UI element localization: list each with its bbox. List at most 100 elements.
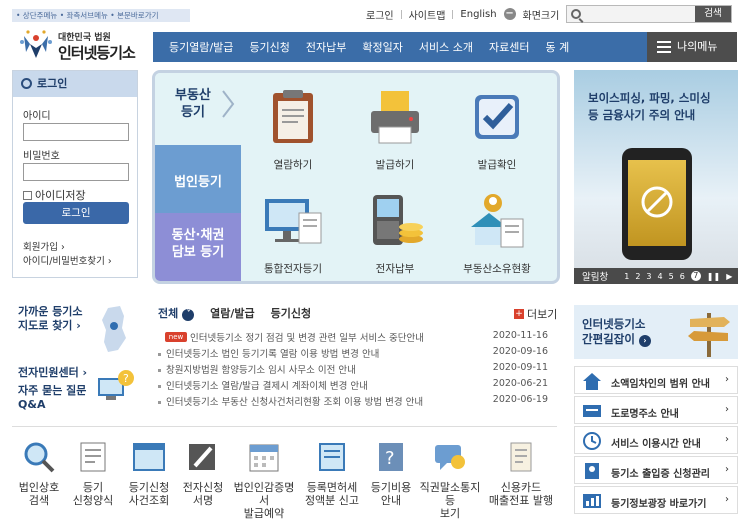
notice-tab-apply[interactable]: 등기신청	[271, 305, 311, 321]
login-button[interactable]: 로그인	[23, 202, 129, 224]
fraud-warning-banner[interactable]: 보이스피싱, 파밍, 스미싱 등 금융사기 주의 안내 알림창 1 2 3 4 …	[574, 70, 738, 284]
faq-line-1[interactable]: 자주 묻는 질문	[18, 384, 87, 398]
top-utility-links: 로그인 사이트맵 English − 화면크기 +	[366, 6, 579, 22]
search-input[interactable]	[585, 7, 695, 21]
quick-registration-tax[interactable]: 등록면허세 정액분 신고	[302, 440, 362, 508]
notice-title[interactable]: 인터넷등기소 열람/발급 결제시 계좌이체 변경 안내	[166, 378, 486, 392]
divider	[452, 9, 454, 19]
pager-page-1[interactable]: 1	[624, 272, 629, 281]
nav-item-statistics[interactable]: 동 계	[537, 39, 577, 55]
join-link[interactable]: 회원가입 ›	[23, 241, 112, 255]
quick-card-receipt[interactable]: 신용카드 매출전표 발행	[488, 440, 554, 508]
notice-row[interactable]: 인터넷등기소 부동산 신청사건처리현황 조회 이용 방법 변경 안내 2020-…	[158, 394, 548, 410]
quick-seal-certificate[interactable]: 법인인감증명서 발급예약	[232, 440, 296, 521]
form-document-icon	[80, 442, 106, 472]
right-link-label: 도로명주소 안내	[611, 409, 679, 420]
chevron-right-icon: ›	[725, 404, 729, 415]
nav-item-view-issue[interactable]: 등기열람/발급	[161, 39, 241, 55]
notice-tabs: 전체 ˅ 열람/발급 등기신청	[158, 305, 311, 321]
nav-item-e-payment[interactable]: 전자납부	[298, 39, 354, 55]
easy-guide-text: 인터넷등기소 간편길잡이 ›	[582, 317, 651, 347]
tab-movable-assets[interactable]: 동산·채권 담보 등기	[155, 213, 241, 281]
chevron-right-icon: ›	[725, 434, 729, 445]
save-id-checkbox[interactable]: 아이디저장	[23, 187, 86, 203]
quick-e-signature[interactable]: 전자신청 서명	[176, 440, 230, 508]
service-integrated-e-registry[interactable]: 통합전자등기	[243, 191, 343, 276]
tab-corporate[interactable]: 법인등기	[155, 145, 241, 213]
receipt-icon	[510, 442, 532, 472]
quick-label: 법인상호 검색	[12, 482, 66, 508]
service-verify[interactable]: 발급확인	[447, 87, 547, 172]
right-link-road-address[interactable]: 도로명주소 안내 ›	[574, 396, 738, 424]
pager-page-5[interactable]: 5	[669, 272, 674, 281]
notice-row[interactable]: 인터넷등기소 법인 등기기록 열람 이용 방법 변경 안내 2020-09-16	[158, 346, 548, 362]
zoom-out-icon[interactable]: −	[503, 8, 516, 20]
service-property-ownership[interactable]: 부동산소유현황	[447, 191, 547, 276]
quick-case-inquiry[interactable]: 등기신청 사건조회	[122, 440, 176, 508]
password-input[interactable]	[23, 163, 129, 181]
service-issue[interactable]: 발급하기	[345, 87, 445, 172]
bullet	[158, 385, 161, 388]
sitemap-link[interactable]: 사이트맵	[409, 7, 446, 22]
right-link-service-hours[interactable]: 서비스 이용시간 안내 ›	[574, 426, 738, 454]
service-view[interactable]: 열람하기	[243, 87, 343, 172]
my-menu-button[interactable]: 나의메뉴	[647, 32, 737, 62]
quick-label: 법인인감증명서 발급예약	[232, 482, 296, 521]
more-link[interactable]: + 더보기	[514, 306, 557, 322]
e-civil-center-link[interactable]: 전자민원센터 › 자주 묻는 질문 Q&A	[18, 366, 87, 412]
login-header: 로그인	[13, 71, 137, 97]
nav-item-apply[interactable]: 등기신청	[241, 39, 297, 55]
right-link-small-tenant[interactable]: 소액임차인의 범위 안내 ›	[574, 366, 738, 394]
e-civil-center-label: 전자민원센터 ›	[18, 366, 88, 379]
checkbox-icon[interactable]	[23, 190, 32, 200]
notice-row[interactable]: new 인터넷등기소 정기 점검 및 변경 관련 일부 서비스 중단안내 202…	[158, 330, 548, 346]
notice-title[interactable]: 인터넷등기소 정기 점검 및 변경 관련 일부 서비스 중단안내	[190, 330, 490, 344]
service-e-payment[interactable]: 전자납부	[345, 191, 445, 276]
easy-guide-banner[interactable]: 인터넷등기소 간편길잡이 ›	[574, 305, 738, 359]
skip-links[interactable]: • 상단주메뉴 • 좌측서브메뉴 • 본문바로가기	[12, 9, 190, 22]
quick-cost-guide[interactable]: ? 등기비용 안내	[364, 440, 418, 508]
notice-popup-pager: 알림창 1 2 3 4 5 6 7 ❚❚ ▶	[574, 268, 738, 284]
id-input[interactable]	[23, 123, 129, 141]
korea-map-icon	[102, 306, 126, 352]
login-panel: 로그인 아이디 비밀번호 아이디저장 로그인 회원가입 › 아이디/비밀번호찾기…	[12, 70, 138, 278]
notice-tab-all[interactable]: 전체 ˅	[158, 305, 195, 321]
next-icon[interactable]: ▶	[726, 272, 732, 281]
login-link[interactable]: 로그인	[366, 7, 394, 22]
notice-title[interactable]: 창원지방법원 함양등기소 임시 사무소 이전 안내	[166, 362, 486, 376]
pager-page-6[interactable]: 6	[680, 272, 685, 281]
easy-guide-line-1: 인터넷등기소	[582, 317, 646, 331]
notice-row[interactable]: 창원지방법원 함양등기소 임시 사무소 이전 안내 2020-09-11	[158, 362, 548, 378]
pager-page-7[interactable]: 7	[690, 271, 701, 281]
nearby-registry-link[interactable]: 가까운 등기소 지도로 찾기 ›	[18, 305, 83, 333]
quick-cancellation-notice[interactable]: 직권말소통지등 보기	[416, 440, 484, 521]
notice-title[interactable]: 인터넷등기소 부동산 신청사건처리현황 조회 이용 방법 변경 안내	[166, 394, 486, 408]
notice-date: 2020-06-19	[492, 394, 548, 405]
quick-application-forms[interactable]: 등기 신청양식	[66, 440, 120, 508]
plus-icon: +	[514, 309, 524, 319]
site-logo[interactable]: 대한민국 법원 인터넷등기소	[14, 26, 144, 64]
quick-label: 등기신청 사건조회	[122, 482, 176, 508]
right-link-data-plaza[interactable]: 등기정보광장 바로가기 ›	[574, 486, 738, 514]
pager-page-4[interactable]: 4	[658, 272, 663, 281]
right-link-access-pass[interactable]: 등기소 출입증 신청관리 ›	[574, 456, 738, 484]
nav-item-service-intro[interactable]: 서비스 소개	[411, 39, 481, 55]
quick-corporate-name-search[interactable]: 법인상호 검색	[12, 440, 66, 508]
notice-row[interactable]: 인터넷등기소 열람/발급 결제시 계좌이체 변경 안내 2020-06-21	[158, 378, 548, 394]
nav-item-data-center[interactable]: 자료센터	[481, 39, 537, 55]
pause-icon[interactable]: ❚❚	[707, 272, 720, 281]
chevron-right-icon: ›	[725, 464, 729, 475]
pager-page-2[interactable]: 2	[635, 272, 640, 281]
notice-tab-view-issue[interactable]: 열람/발급	[210, 305, 255, 321]
notice-title[interactable]: 인터넷등기소 법인 등기기록 열람 이용 방법 변경 안내	[166, 346, 486, 360]
quick-label-line: 등기	[82, 481, 104, 494]
calendar-icon	[249, 444, 279, 472]
pager-page-3[interactable]: 3	[646, 272, 651, 281]
tab-real-estate[interactable]: 부동산 등기	[155, 73, 241, 145]
nav-item-fixed-date[interactable]: 확정일자	[354, 39, 410, 55]
find-account-link[interactable]: 아이디/비밀번호찾기 ›	[23, 255, 112, 269]
faq-line-2[interactable]: Q&A	[18, 398, 87, 412]
english-link[interactable]: English	[460, 9, 496, 20]
search-button[interactable]: 검색	[695, 6, 731, 22]
quick-label: 등기 신청양식	[66, 482, 120, 508]
